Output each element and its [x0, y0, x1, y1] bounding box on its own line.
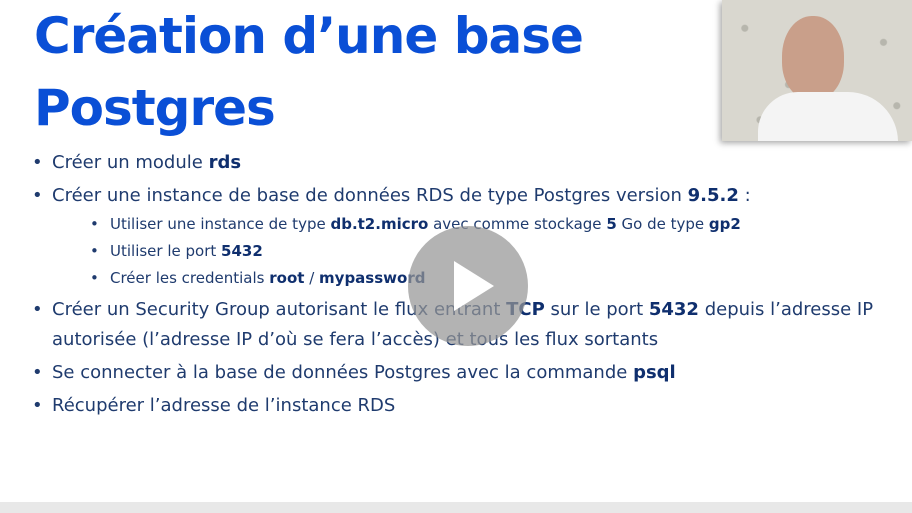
- title-line-1: Création d’une base: [34, 7, 584, 65]
- slide-title: Création d’une base Postgres: [34, 0, 674, 144]
- bullet-create-module: Créer un module rds: [32, 148, 904, 178]
- presenter-head: [782, 16, 844, 100]
- presenter-webcam: [722, 0, 912, 141]
- sub-bullet-text: /: [304, 269, 320, 287]
- title-line-2: Postgres: [34, 79, 276, 137]
- slide: Création d’une base Postgres Créer un mo…: [0, 0, 912, 513]
- sub-bullet-bold: gp2: [708, 215, 741, 233]
- bullet-bold: rds: [208, 152, 242, 173]
- bullet-bold: psql: [633, 362, 676, 383]
- sub-bullet-bold: 5432: [221, 242, 263, 260]
- bullet-bold: 5432: [648, 299, 699, 320]
- sub-bullet-bold: root: [269, 269, 305, 287]
- play-button[interactable]: [408, 226, 528, 346]
- bullet-text: Récupérer l’adresse de l’instance RDS: [52, 395, 396, 416]
- presenter-body: [758, 92, 898, 141]
- sub-bullet-text: Utiliser une instance de type: [110, 215, 331, 233]
- sub-bullet-text: Go de type: [616, 215, 709, 233]
- bullet-get-address: Récupérer l’adresse de l’instance RDS: [32, 391, 904, 421]
- video-bottom-bar: [0, 502, 912, 513]
- sub-bullet-bold: db.t2.micro: [330, 215, 429, 233]
- bullet-connect-psql: Se connecter à la base de données Postgr…: [32, 358, 904, 388]
- bullet-text: Créer un module: [52, 152, 209, 173]
- bullet-text: :: [738, 185, 751, 206]
- play-icon: [454, 261, 494, 311]
- sub-bullet-text: Utiliser le port: [110, 242, 222, 260]
- sub-bullet-text: Créer les credentials: [110, 269, 270, 287]
- sub-bullet-bold: 5: [606, 215, 617, 233]
- bullet-bold: 9.5.2: [687, 185, 739, 206]
- bullet-text: sur le port: [544, 299, 649, 320]
- bullet-text: Se connecter à la base de données Postgr…: [52, 362, 634, 383]
- bullet-text: Créer une instance de base de données RD…: [52, 185, 688, 206]
